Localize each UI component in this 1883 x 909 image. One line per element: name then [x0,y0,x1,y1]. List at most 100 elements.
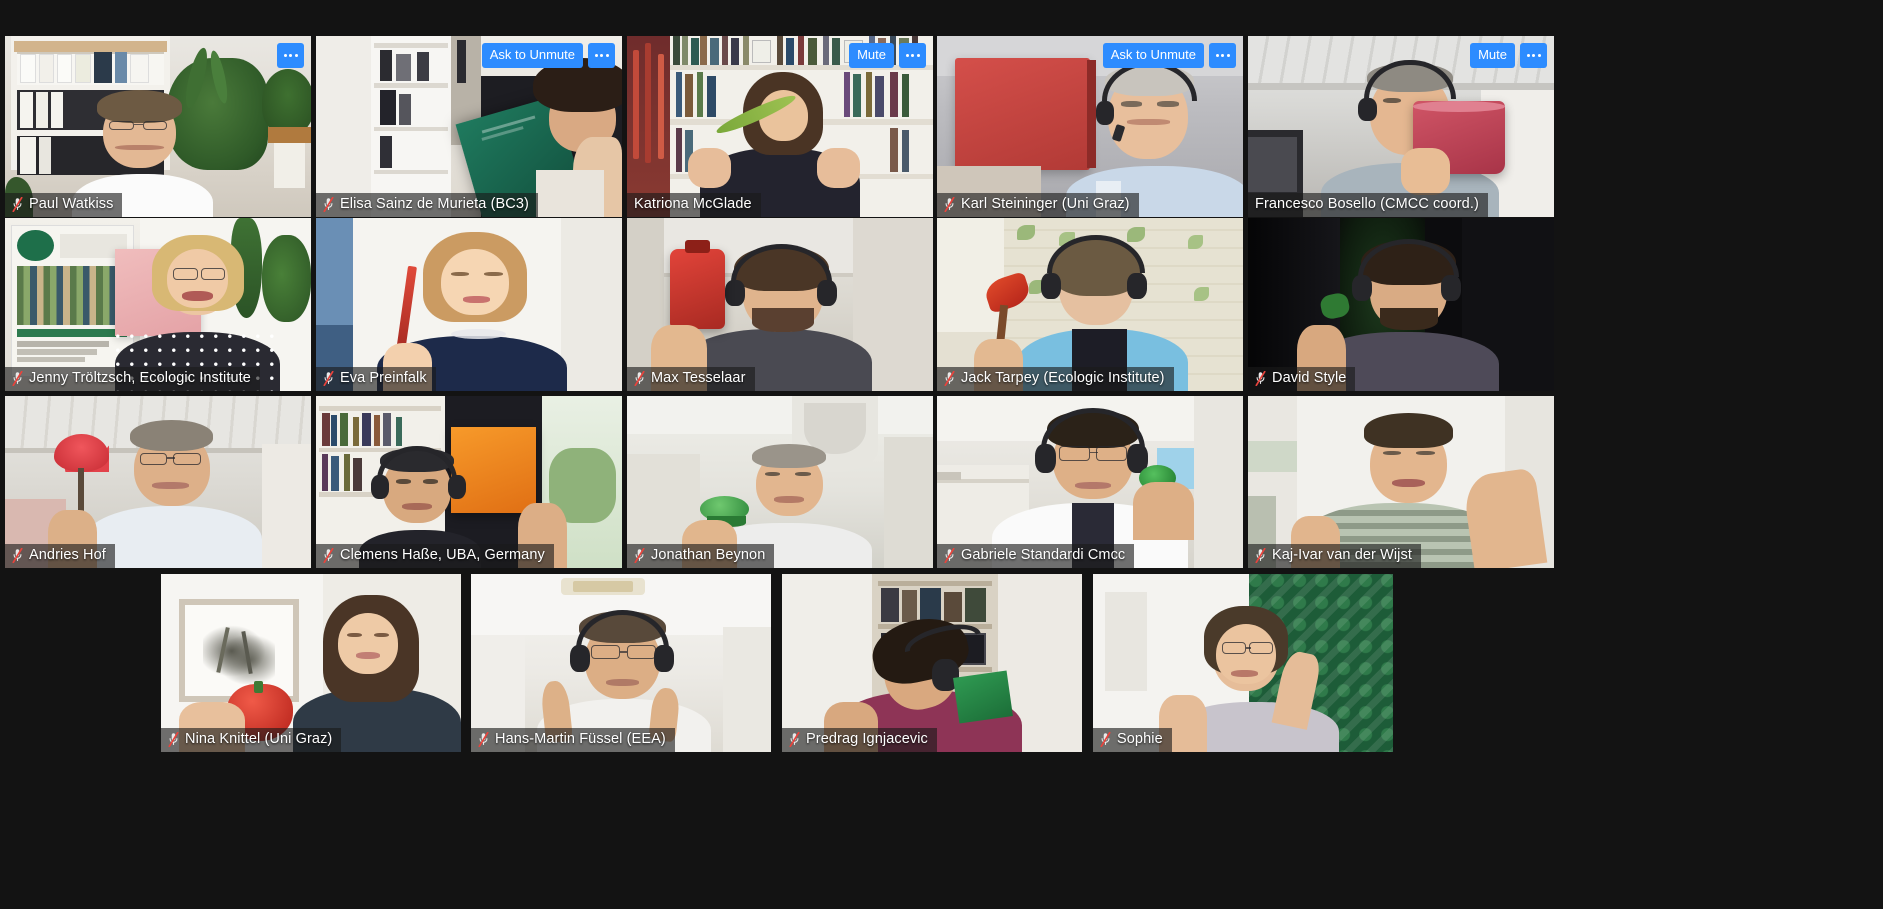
participant-tile-jack-tarpey[interactable]: Jack Tarpey (Ecologic Institute) [937,218,1243,391]
participant-name: Nina Knittel (Uni Graz) [185,731,333,747]
muted-microphone-icon [944,197,955,212]
participant-video-kaj-ivar-van-der-wijst [1248,396,1554,568]
participant-tile-hans-martin-fussel[interactable]: Hans-Martin Füssel (EEA) [471,574,771,752]
muted-microphone-icon [12,371,23,386]
muted-microphone-icon [478,732,489,747]
muted-microphone-icon [634,371,645,386]
zoom-meeting-window: Paul Watkiss Ask to Unmute Elisa Sainz d… [0,0,1883,909]
participant-tile-predrag-ignjacevic[interactable]: Predrag Ignjacevic [782,574,1082,752]
participant-tile-eva-preinfalk[interactable]: Eva Preinfalk [316,218,622,391]
participant-video-jenny-troltzsch [5,218,311,391]
muted-microphone-icon [168,732,179,747]
participant-tile-nina-knittel[interactable]: Nina Knittel (Uni Graz) [161,574,461,752]
name-label-predrag-ignjacevic: Predrag Ignjacevic [782,728,937,752]
participant-video-nina-knittel [161,574,461,752]
participant-video-predrag-ignjacevic [782,574,1082,752]
more-options-button-francesco-bosello[interactable] [1520,43,1547,68]
participant-video-andries-hof [5,396,311,568]
name-label-sophie: Sophie [1093,728,1172,752]
participant-name: Jack Tarpey (Ecologic Institute) [961,370,1165,386]
participant-name: Francesco Bosello (CMCC coord.) [1255,196,1479,212]
name-label-jack-tarpey: Jack Tarpey (Ecologic Institute) [937,367,1174,391]
muted-microphone-icon [323,197,334,212]
mute-button-katriona-mcglade[interactable]: Mute [849,43,894,68]
gallery-view-grid: Paul Watkiss Ask to Unmute Elisa Sainz d… [0,0,1883,909]
participant-tile-jonathan-beynon[interactable]: Jonathan Beynon [627,396,933,568]
participant-name: Katriona McGlade [634,196,752,212]
name-label-gabriele-standardi: Gabriele Standardi Cmcc [937,544,1135,568]
name-label-david-style: David Style [1248,367,1356,391]
participant-tile-sophie[interactable]: Sophie [1093,574,1393,752]
participant-video-max-tesselaar [627,218,933,391]
ask-to-unmute-button-karl-steininger[interactable]: Ask to Unmute [1102,43,1204,68]
participant-name: Paul Watkiss [29,196,114,212]
muted-microphone-icon [1100,732,1111,747]
participant-tile-paul-watkiss[interactable]: Paul Watkiss [5,36,311,217]
participant-name: Eva Preinfalk [340,370,427,386]
participant-tile-max-tesselaar[interactable]: Max Tesselaar [627,218,933,391]
participant-tile-kaj-ivar-van-der-wijst[interactable]: Kaj-Ivar van der Wijst [1248,396,1554,568]
name-label-nina-knittel: Nina Knittel (Uni Graz) [161,728,342,752]
tile-controls-karl-steininger: Ask to Unmute [1102,43,1236,68]
muted-microphone-icon [12,548,23,563]
tile-controls-francesco-bosello: Mute [1470,43,1547,68]
tile-controls-elisa-sainz-de-murieta: Ask to Unmute [481,43,615,68]
participant-name: David Style [1272,370,1347,386]
participant-video-jonathan-beynon [627,396,933,568]
name-label-andries-hof: Andries Hof [5,544,115,568]
name-label-elisa-sainz-de-murieta: Elisa Sainz de Murieta (BC3) [316,193,538,217]
participant-tile-karl-steininger[interactable]: Ask to Unmute Karl Steininger (Uni Graz) [937,36,1243,217]
participant-video-gabriele-standardi [937,396,1243,568]
participant-name: Clemens Haße, UBA, Germany [340,547,545,563]
participant-name: Karl Steininger (Uni Graz) [961,196,1130,212]
participant-name: Jonathan Beynon [651,547,766,563]
participant-tile-andries-hof[interactable]: Andries Hof [5,396,311,568]
participant-video-paul-watkiss [5,36,311,217]
participant-name: Predrag Ignjacevic [806,731,928,747]
name-label-karl-steininger: Karl Steininger (Uni Graz) [937,193,1139,217]
participant-name: Gabriele Standardi Cmcc [961,547,1126,563]
participant-name: Andries Hof [29,547,106,563]
tile-controls-paul-watkiss [277,43,304,68]
participant-tile-clemens-hasse[interactable]: Clemens Haße, UBA, Germany [316,396,622,568]
name-label-paul-watkiss: Paul Watkiss [5,193,123,217]
name-label-hans-martin-fussel: Hans-Martin Füssel (EEA) [471,728,675,752]
participant-tile-elisa-sainz-de-murieta[interactable]: Ask to Unmute Elisa Sainz de Murieta (BC… [316,36,622,217]
participant-name: Jenny Tröltzsch, Ecologic Institute [29,370,251,386]
muted-microphone-icon [12,197,23,212]
participant-name: Max Tesselaar [651,370,746,386]
participant-video-clemens-hasse [316,396,622,568]
mute-button-francesco-bosello[interactable]: Mute [1470,43,1515,68]
participant-video-hans-martin-fussel [471,574,771,752]
muted-microphone-icon [944,371,955,386]
name-label-clemens-hasse: Clemens Haße, UBA, Germany [316,544,554,568]
participant-name: Hans-Martin Füssel (EEA) [495,731,666,747]
name-label-francesco-bosello: Francesco Bosello (CMCC coord.) [1248,193,1488,217]
more-options-button-katriona-mcglade[interactable] [899,43,926,68]
participant-video-eva-preinfalk [316,218,622,391]
participant-video-david-style [1248,218,1554,391]
muted-microphone-icon [634,548,645,563]
participant-tile-gabriele-standardi[interactable]: Gabriele Standardi Cmcc [937,396,1243,568]
muted-microphone-icon [1255,371,1266,386]
name-label-eva-preinfalk: Eva Preinfalk [316,367,436,391]
more-options-button-paul-watkiss[interactable] [277,43,304,68]
more-options-button-karl-steininger[interactable] [1209,43,1236,68]
participant-video-sophie [1093,574,1393,752]
muted-microphone-icon [323,371,334,386]
participant-tile-francesco-bosello[interactable]: Mute Francesco Bosello (CMCC coord.) [1248,36,1554,217]
name-label-kaj-ivar-van-der-wijst: Kaj-Ivar van der Wijst [1248,544,1421,568]
more-options-button-elisa-sainz-de-murieta[interactable] [588,43,615,68]
participant-tile-katriona-mcglade[interactable]: Mute Katriona McGlade [627,36,933,217]
muted-microphone-icon [789,732,800,747]
name-label-katriona-mcglade: Katriona McGlade [627,193,761,217]
muted-microphone-icon [323,548,334,563]
name-label-jonathan-beynon: Jonathan Beynon [627,544,775,568]
participant-tile-jenny-troltzsch[interactable]: Jenny Tröltzsch, Ecologic Institute [5,218,311,391]
ask-to-unmute-button-elisa-sainz-de-murieta[interactable]: Ask to Unmute [481,43,583,68]
name-label-max-tesselaar: Max Tesselaar [627,367,755,391]
participant-tile-david-style[interactable]: David Style [1248,218,1554,391]
participant-video-jack-tarpey [937,218,1243,391]
participant-name: Kaj-Ivar van der Wijst [1272,547,1412,563]
muted-microphone-icon [944,548,955,563]
